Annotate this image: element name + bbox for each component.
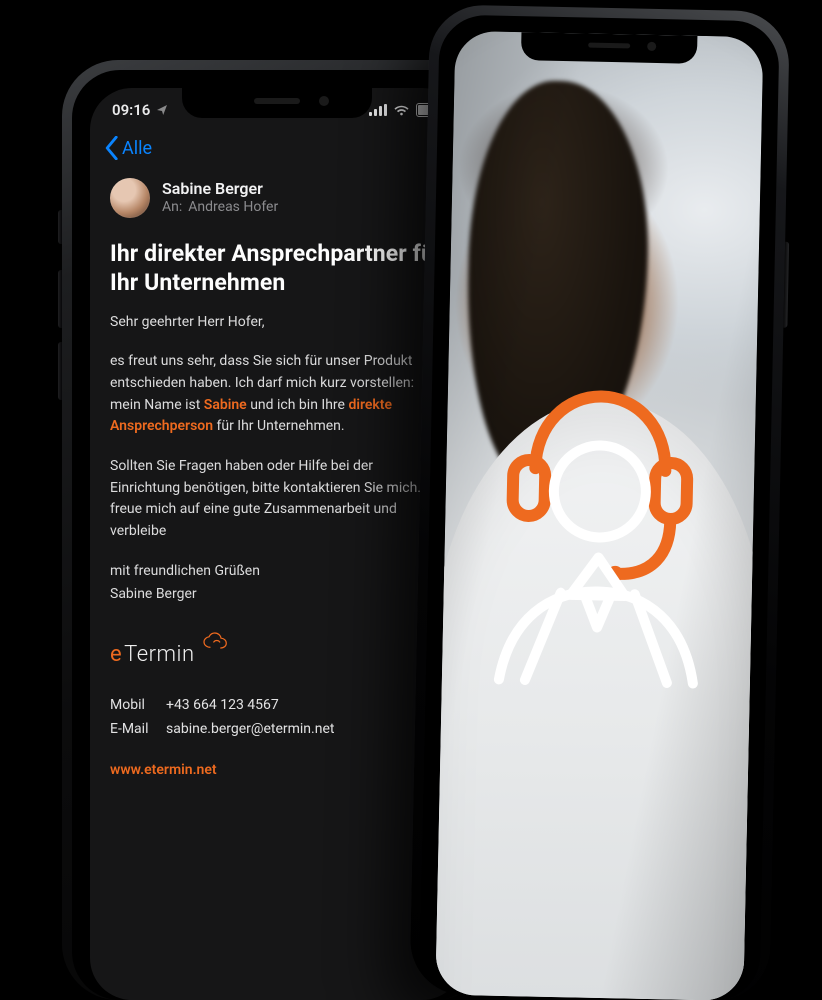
notch (182, 88, 372, 118)
phone-bezel (419, 14, 779, 1000)
phone-right (409, 4, 790, 1000)
signature-name: Sabine Berger (110, 584, 444, 606)
body-text: und ich bin Ihre (247, 397, 349, 413)
mobile-number[interactable]: +43 664 123 4567 (166, 694, 279, 718)
cellular-icon (369, 104, 387, 116)
status-time: 09:16 (112, 101, 150, 119)
sender-name: Sabine Berger (162, 179, 278, 199)
recipient-name: Andreas Hofer (188, 199, 278, 217)
greeting: Sehr geehrter Herr Hofer, (110, 312, 444, 334)
back-button[interactable]: Alle (104, 136, 152, 160)
mail-subject: Ihr direkter Ansprechpartner für Ihr Unt… (110, 222, 444, 312)
paragraph-2: Sollten Sie Fragen haben oder Hilfe bei … (110, 456, 444, 543)
email-address[interactable]: sabine.berger@etermin.net (166, 718, 334, 742)
mail-header[interactable]: Sabine Berger An: Andreas Hofer Ge (110, 170, 444, 222)
signature-block: eTermin Mobil +43 664 123 4567 E-Mail sabi… (110, 638, 444, 781)
stage: 09:16 (0, 0, 822, 1000)
notch (521, 32, 698, 64)
avatar (110, 178, 150, 218)
to-label: An: (162, 199, 182, 217)
mail-navbar: Alle (90, 132, 464, 170)
mobile-label: Mobil (110, 694, 156, 718)
mail-body: Sehr geehrter Herr Hofer, es freut uns s… (110, 312, 444, 782)
paragraph-1: es freut uns sehr, dass Sie sich für uns… (110, 351, 444, 438)
wifi-icon (393, 104, 410, 117)
logo-text: Termin (124, 638, 194, 672)
logo-e: e (110, 638, 122, 672)
location-icon (156, 104, 168, 116)
contact-info: Mobil +43 664 123 4567 E-Mail sabine.berge… (110, 694, 444, 742)
mail-content: Sabine Berger An: Andreas Hofer Ge Ihr d… (90, 170, 464, 781)
body-text: für Ihr Unternehmen. (213, 418, 345, 434)
website-link[interactable]: www.etermin.net (110, 760, 444, 782)
phone-screen (435, 31, 763, 1000)
phone-body (409, 4, 790, 1000)
closing: mit freundlichen Grüßen (110, 561, 444, 583)
email-label: E-Mail (110, 718, 156, 742)
cloud-icon (201, 632, 231, 652)
etermin-logo: eTermin (110, 638, 444, 672)
phone-screen: 09:16 (90, 88, 464, 1000)
back-label: Alle (122, 138, 152, 159)
support-agent-icon (471, 379, 728, 704)
chevron-left-icon (104, 136, 120, 160)
highlight-name: Sabine (204, 397, 247, 413)
